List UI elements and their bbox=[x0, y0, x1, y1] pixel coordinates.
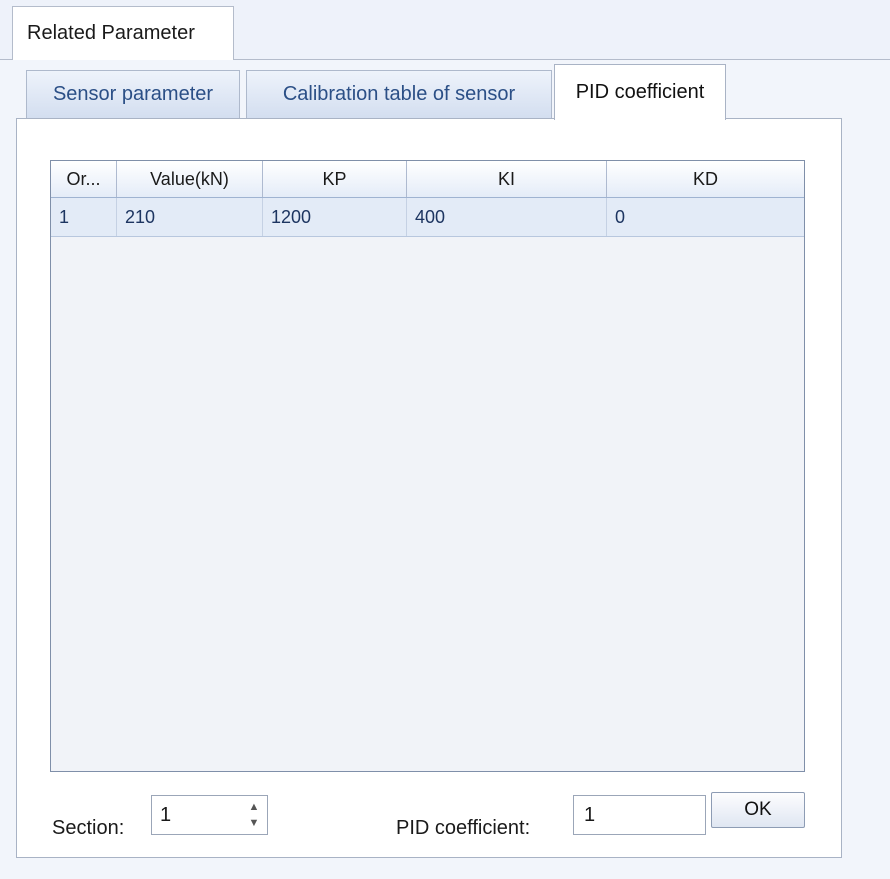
tab-related-parameter-label: Related Parameter bbox=[27, 22, 195, 44]
tab-pid-coefficient[interactable]: PID coefficient bbox=[554, 64, 726, 120]
cell-kd[interactable]: 0 bbox=[607, 198, 804, 236]
section-label: Section: bbox=[52, 817, 125, 839]
pid-coefficient-input[interactable]: 1 bbox=[573, 795, 706, 835]
tab-calibration-table[interactable]: Calibration table of sensor bbox=[246, 70, 552, 118]
spin-up-icon[interactable]: ▲ bbox=[245, 799, 263, 815]
cell-order[interactable]: 1 bbox=[51, 198, 117, 236]
spin-arrows[interactable]: ▲ ▼ bbox=[245, 799, 263, 831]
pid-coefficient-label: PID coefficient: bbox=[396, 817, 531, 839]
tab-related-parameter[interactable]: Related Parameter bbox=[12, 6, 234, 60]
pid-table[interactable]: Or... Value(kN) KP KI KD 1 210 1200 400 … bbox=[50, 160, 805, 772]
tab-pid-coefficient-label: PID coefficient bbox=[575, 81, 705, 103]
column-header-kp[interactable]: KP bbox=[263, 161, 407, 197]
tab-sensor-parameter[interactable]: Sensor parameter bbox=[26, 70, 240, 118]
cell-ki[interactable]: 400 bbox=[407, 198, 607, 236]
table-row[interactable]: 1 210 1200 400 0 bbox=[51, 198, 804, 237]
section-value: 1 bbox=[160, 804, 172, 826]
cell-kp[interactable]: 1200 bbox=[263, 198, 407, 236]
ok-button[interactable]: OK bbox=[711, 792, 805, 828]
column-header-order[interactable]: Or... bbox=[51, 161, 117, 197]
column-header-value[interactable]: Value(kN) bbox=[117, 161, 263, 197]
table-header: Or... Value(kN) KP KI KD bbox=[51, 161, 804, 198]
pid-coefficient-value: 1 bbox=[584, 804, 596, 826]
tab-calibration-table-label: Calibration table of sensor bbox=[282, 83, 516, 105]
section-spinbox[interactable]: 1 ▲ ▼ bbox=[151, 795, 268, 835]
cell-value[interactable]: 210 bbox=[117, 198, 263, 236]
tab-sensor-parameter-label: Sensor parameter bbox=[52, 83, 214, 105]
column-header-ki[interactable]: KI bbox=[407, 161, 607, 197]
column-header-kd[interactable]: KD bbox=[607, 161, 804, 197]
spin-down-icon[interactable]: ▼ bbox=[245, 815, 263, 831]
